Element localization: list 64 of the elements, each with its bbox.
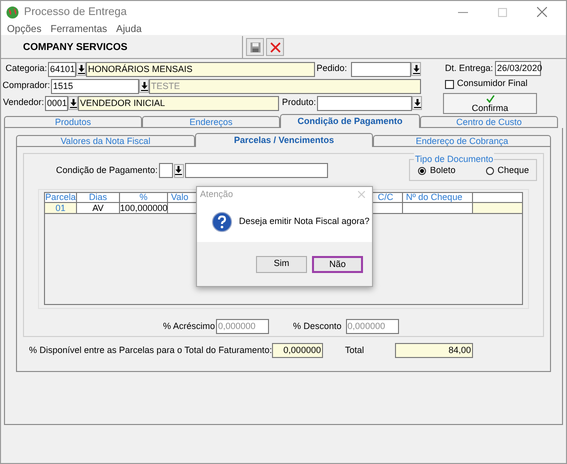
field-label: % Desconto [293, 320, 343, 333]
dropdown-button[interactable] [411, 62, 421, 76]
confirm-button[interactable]: Confirma [443, 93, 537, 114]
app-globe-icon [6, 6, 19, 18]
column-header: Parcela [45, 193, 77, 202]
tab[interactable]: Valores da Nota Fiscal [16, 135, 195, 147]
column-header: Nº do Cheque [403, 193, 473, 202]
save-button[interactable] [246, 38, 264, 56]
dropdown-button[interactable] [68, 96, 78, 110]
input-field[interactable]: 0,000000 [272, 343, 323, 358]
input-field[interactable] [184, 163, 328, 178]
field-label: Comprador: [1, 79, 51, 92]
tab[interactable]: Condição de Pagamento [280, 114, 420, 128]
field-label: Total [344, 344, 365, 357]
input-field[interactable]: VENDEDOR INICIAL [78, 96, 279, 110]
field-label: Condição de Pagamento: [56, 164, 158, 177]
menu-item[interactable]: Opções [7, 22, 42, 36]
table-cell: 100,000000 [120, 203, 168, 213]
field-label: Categoria: [4, 62, 48, 76]
field-label: Consumidor Final [457, 77, 528, 90]
dropdown-button[interactable] [139, 79, 149, 93]
radio-button[interactable] [486, 167, 494, 175]
tab[interactable]: Endereço de Cobrança [373, 135, 551, 147]
input-field[interactable]: 64101 [48, 62, 76, 76]
input-field[interactable] [317, 96, 412, 110]
column-header: Dias [77, 193, 120, 202]
dropdown-button[interactable] [174, 164, 184, 178]
tab[interactable]: Parcelas / Vencimentos [195, 133, 373, 147]
field-label: Pedido: [315, 62, 348, 76]
dialog-message: Deseja emitir Nota Fiscal agora? [239, 215, 370, 228]
question-icon [212, 212, 232, 232]
field-label: % Disponível entre as Parcelas para o Total do Faturamento: [29, 344, 272, 357]
window-title: Processo de Entrega [24, 4, 127, 20]
column-header: % [120, 193, 168, 202]
table-cell: AV [77, 203, 120, 213]
input-field[interactable]: 26/03/2020 [495, 61, 542, 76]
close-icon[interactable] [537, 7, 547, 17]
input-field[interactable] [351, 62, 411, 76]
field-label: Cheque [498, 164, 530, 178]
dropdown-button[interactable] [412, 96, 422, 110]
field-label: Produto: [280, 96, 317, 110]
menu-item[interactable]: Ajuda [116, 22, 142, 36]
check-icon [486, 94, 494, 102]
field-label: Boleto [430, 164, 456, 178]
tab[interactable]: Centro de Custo [420, 116, 558, 128]
tab[interactable]: Endereços [142, 116, 280, 128]
cancel-button[interactable] [266, 38, 284, 56]
menu-item[interactable]: Ferramentas [50, 22, 108, 36]
input-field[interactable] [158, 163, 173, 178]
group-title: Tipo de Documento [414, 153, 494, 166]
input-field[interactable]: 0001 [45, 96, 68, 110]
field-label: % Acréscimo [163, 320, 216, 333]
tab[interactable]: Produtos [4, 116, 142, 128]
input-field[interactable]: HONORÁRIOS MENSAIS [86, 62, 315, 76]
field-label: Dt. Entrega: [444, 62, 494, 75]
field-label: Vendedor: [2, 96, 45, 110]
dropdown-button[interactable] [76, 62, 86, 76]
close-icon [270, 42, 280, 52]
dialog-button[interactable]: Sim [256, 256, 307, 272]
company-name: COMPANY SERVICOS [23, 40, 128, 54]
input-field[interactable]: 84,00 [394, 343, 473, 358]
radio-button[interactable] [418, 167, 426, 175]
dialog-button[interactable]: Não [312, 256, 363, 272]
checkbox[interactable] [445, 80, 454, 88]
